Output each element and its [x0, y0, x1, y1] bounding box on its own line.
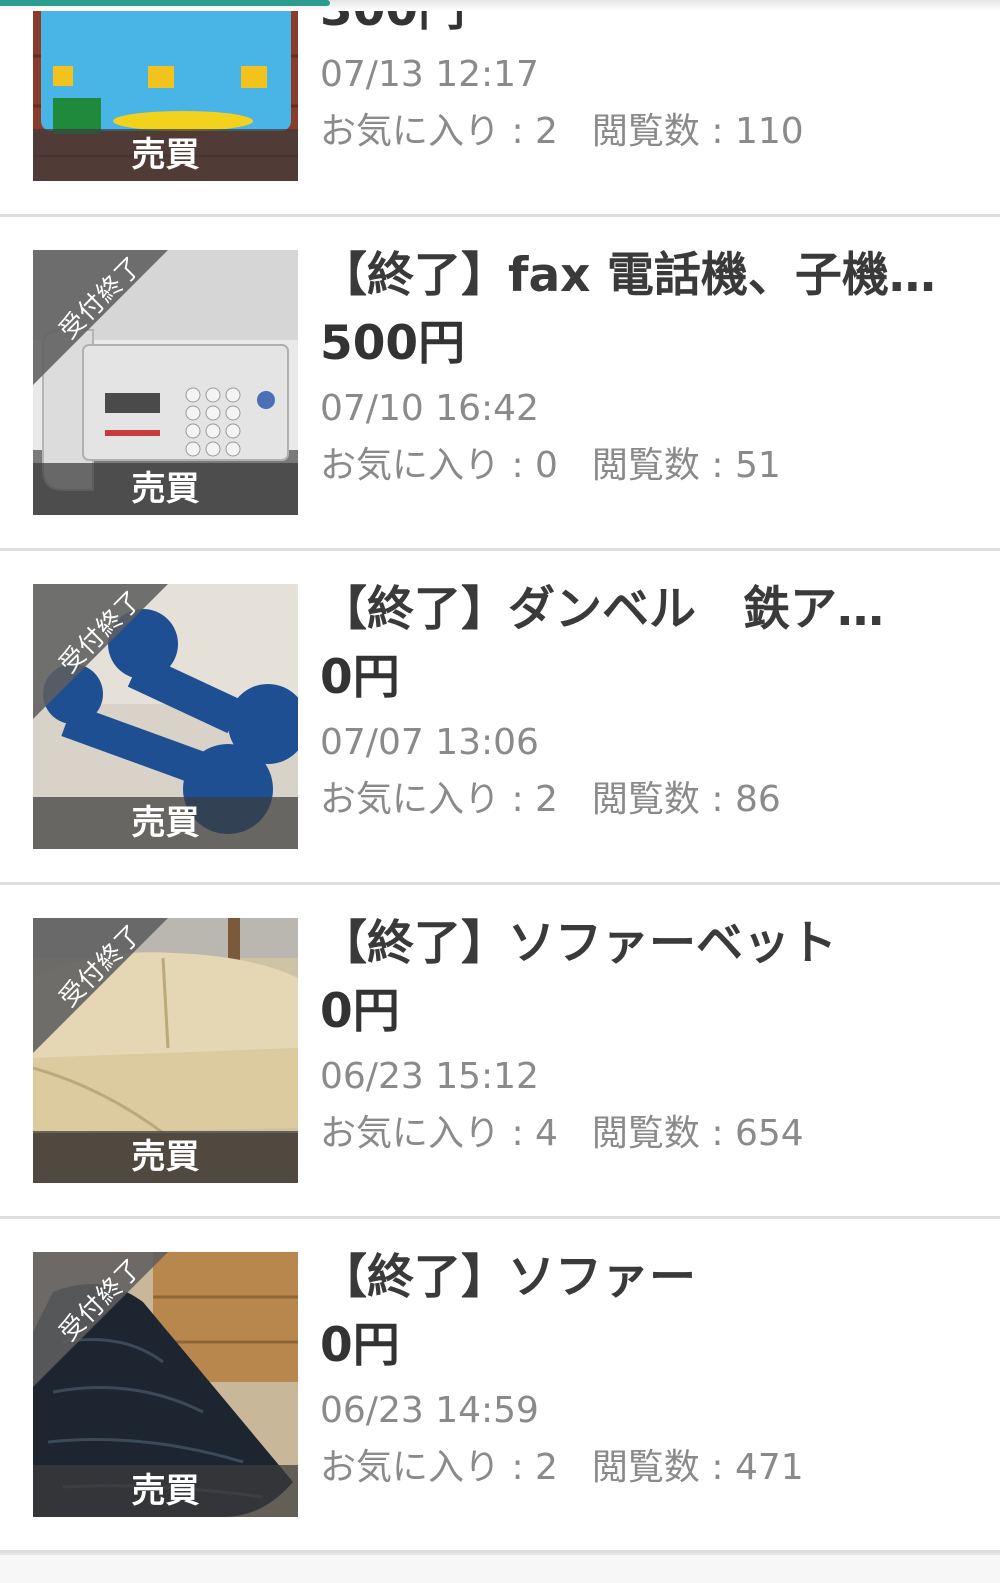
item-title[interactable]: 【終了】ソファーベット — [320, 909, 970, 979]
item-price: 0円 — [320, 1318, 400, 1373]
top-shadow-bar — [0, 0, 1000, 11]
favorites-count: お気に入り : 4 — [320, 1113, 558, 1154]
item-date: 07/07 13:06 — [320, 722, 539, 763]
item-date: 06/23 15:12 — [320, 1056, 539, 1097]
item-price: 500円 — [320, 316, 466, 371]
item-stats: お気に入り : 2 閲覧数 : 471 — [320, 1438, 804, 1498]
item-date: 07/13 12:17 — [320, 54, 539, 95]
item-thumbnail[interactable]: 受付終了 売買 — [33, 918, 298, 1183]
item-type-tag: 売買 — [33, 129, 298, 181]
item-price: 0円 — [320, 650, 400, 705]
favorites-count: お気に入り : 2 — [320, 111, 558, 152]
item-title[interactable]: 【終了】fax 電話機、子機… — [320, 241, 970, 311]
list-item[interactable]: 売買 300円 07/13 12:17 お気に入り : 2 閲覧数 : 110 — [0, 0, 1000, 217]
bottom-nav-bar[interactable] — [0, 1553, 1000, 1583]
favorites-count: お気に入り : 0 — [320, 445, 558, 486]
item-stats: お気に入り : 2 閲覧数 : 110 — [320, 102, 804, 162]
item-date: 07/10 16:42 — [320, 388, 539, 429]
views-count: 閲覧数 : 110 — [591, 111, 804, 152]
views-count: 閲覧数 : 86 — [591, 779, 781, 820]
list-item[interactable]: 受付終了 売買 【終了】fax 電話機、子機… 500円 07/10 16:42… — [0, 219, 1000, 551]
item-stats: お気に入り : 4 閲覧数 : 654 — [320, 1104, 804, 1164]
list-item[interactable]: 受付終了 売買 【終了】ソファーベット 0円 06/23 15:12 お気に入り… — [0, 887, 1000, 1219]
favorites-count: お気に入り : 2 — [320, 1447, 558, 1488]
views-count: 閲覧数 : 51 — [591, 445, 781, 486]
item-title[interactable]: 【終了】ダンベル 鉄ア… — [320, 575, 970, 645]
item-thumbnail[interactable]: 受付終了 売買 — [33, 250, 298, 515]
item-thumbnail[interactable]: 受付終了 売買 — [33, 584, 298, 849]
views-count: 閲覧数 : 471 — [591, 1447, 804, 1488]
item-date: 06/23 14:59 — [320, 1390, 539, 1431]
list-item[interactable]: 受付終了 売買 【終了】ソファー 0円 06/23 14:59 お気に入り : … — [0, 1221, 1000, 1553]
item-type-tag: 売買 — [33, 463, 298, 515]
item-stats: お気に入り : 2 閲覧数 : 86 — [320, 770, 781, 830]
item-title[interactable]: 【終了】ソファー — [320, 1243, 970, 1313]
item-thumbnail[interactable]: 受付終了 売買 — [33, 1252, 298, 1517]
item-stats: お気に入り : 0 閲覧数 : 51 — [320, 436, 781, 496]
favorites-count: お気に入り : 2 — [320, 779, 558, 820]
list-item[interactable]: 受付終了 売買 【終了】ダンベル 鉄ア… 0円 07/07 13:06 お気に入… — [0, 553, 1000, 885]
item-type-tag: 売買 — [33, 1131, 298, 1183]
item-thumbnail[interactable]: 売買 — [33, 0, 298, 181]
views-count: 閲覧数 : 654 — [591, 1113, 804, 1154]
item-price: 0円 — [320, 984, 400, 1039]
item-type-tag: 売買 — [33, 1465, 298, 1517]
item-type-tag: 売買 — [33, 797, 298, 849]
page-load-progress-bar — [0, 0, 330, 6]
